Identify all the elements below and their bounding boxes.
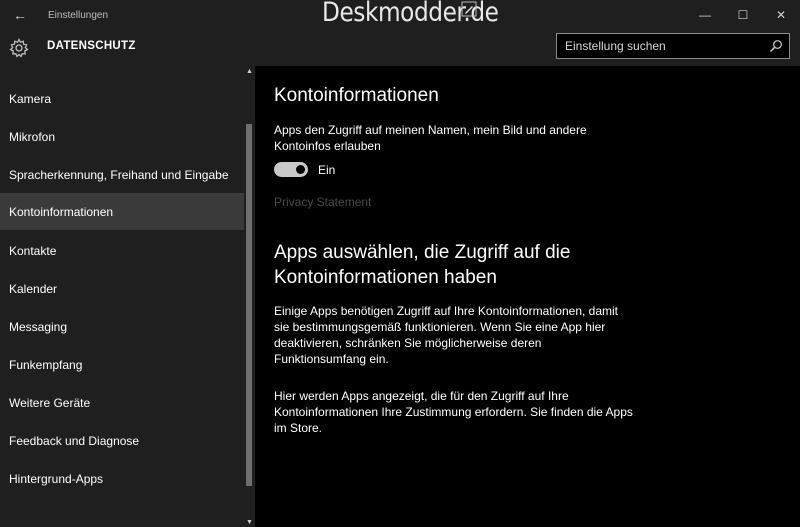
sidebar-item-label: Mikrofon — [9, 129, 56, 144]
minimize-icon: — — [699, 8, 711, 22]
scroll-down-icon[interactable]: ▼ — [244, 517, 255, 527]
toggle-knob — [296, 165, 305, 174]
sidebar-item-label: Kalender — [9, 281, 58, 296]
sidebar-item-label: Funkempfang — [9, 357, 83, 372]
sidebar-item-label: Weitere Geräte — [9, 395, 91, 410]
sidebar-scrollbar[interactable]: ▲ ▼ — [244, 66, 255, 527]
sidebar-item-kalender[interactable]: Kalender — [0, 270, 244, 307]
page-header: DATENSCHUTZ — [0, 30, 800, 66]
title-bar: ← Einstellungen Deskmodder.de — ☐ ✕ — [0, 0, 800, 30]
sidebar-item-spracherkennung[interactable]: Spracherkennung, Freihand und Eingabe — [0, 156, 244, 193]
sidebar-item-weitere-geraete[interactable]: Weitere Geräte — [0, 384, 244, 421]
sidebar-item-label: Kontoinformationen — [9, 204, 114, 219]
close-icon: ✕ — [775, 8, 787, 22]
info-paragraph-1: Einige Apps benötigen Zugriff auf Ihre K… — [274, 304, 618, 366]
maximize-icon: ☐ — [737, 8, 749, 22]
window-title: Einstellungen — [48, 9, 109, 21]
search-input[interactable] — [557, 34, 757, 58]
minimize-button[interactable]: — — [686, 0, 724, 30]
scroll-thumb[interactable] — [246, 124, 252, 486]
page-title: DATENSCHUTZ — [47, 40, 136, 52]
sidebar-item-funkempfang[interactable]: Funkempfang — [0, 346, 244, 383]
sidebar: Kamera Mikrofon Spracherkennung, Freihan… — [0, 66, 255, 527]
sidebar-item-mikrofon[interactable]: Mikrofon — [0, 118, 244, 155]
search-icon[interactable] — [769, 39, 783, 53]
settings-window: ← Einstellungen Deskmodder.de — ☐ ✕ DATE… — [0, 0, 800, 527]
back-button[interactable]: ← — [0, 0, 40, 30]
search-box[interactable] — [556, 33, 790, 59]
info-paragraph-2: Hier werden Apps angezeigt, die für den … — [274, 389, 633, 435]
privacy-statement-link[interactable]: Privacy Statement — [274, 195, 371, 209]
close-button[interactable]: ✕ — [762, 0, 800, 30]
sidebar-item-label: Spracherkennung, Freihand und Eingabe — [9, 167, 229, 182]
sidebar-item-label: Messaging — [9, 319, 68, 334]
scroll-up-icon[interactable]: ▲ — [244, 66, 255, 76]
sidebar-item-label: Kontakte — [9, 243, 57, 258]
pen-icon — [461, 1, 477, 17]
sidebar-item-label: Hintergrund-Apps — [9, 471, 104, 486]
toggle-state-label: Ein — [318, 163, 336, 177]
sidebar-item-kamera[interactable]: Kamera — [0, 80, 244, 117]
maximize-button[interactable]: ☐ — [724, 0, 762, 30]
sidebar-item-label: Feedback und Diagnose — [9, 433, 140, 448]
account-info-toggle[interactable] — [274, 162, 308, 177]
sidebar-item-messaging[interactable]: Messaging — [0, 308, 244, 345]
gear-icon — [9, 38, 29, 58]
sidebar-item-kontoinformationen[interactable]: Kontoinformationen — [0, 193, 244, 230]
main-content: Kontoinformationen Apps den Zugriff auf … — [255, 66, 800, 527]
apps-section-title: Apps auswählen, die Zugriff auf die Kont… — [274, 242, 571, 288]
sidebar-item-label: Kamera — [9, 91, 52, 106]
sidebar-item-feedback-diagnose[interactable]: Feedback und Diagnose — [0, 422, 244, 459]
window-controls: — ☐ ✕ — [686, 0, 800, 30]
sidebar-item-kontakte[interactable]: Kontakte — [0, 232, 244, 269]
setting-description: Apps den Zugriff auf meinen Namen, mein … — [274, 123, 587, 153]
back-arrow-icon: ← — [13, 7, 27, 23]
sidebar-item-hintergrund-apps[interactable]: Hintergrund-Apps — [0, 460, 244, 497]
section-title: Kontoinformationen — [274, 85, 439, 106]
